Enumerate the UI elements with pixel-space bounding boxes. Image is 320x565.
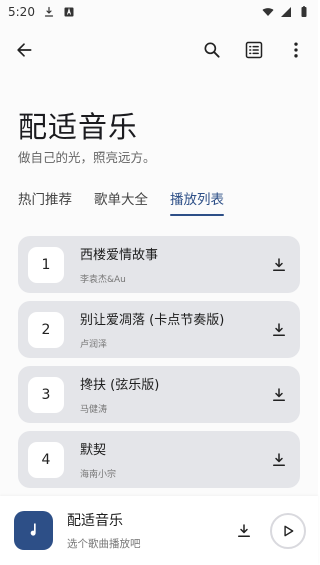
song-texts: 西楼爱情故事 李袁杰&Au bbox=[80, 244, 268, 285]
song-index: 3 bbox=[28, 376, 64, 413]
download-button[interactable] bbox=[268, 319, 290, 341]
back-button[interactable] bbox=[12, 38, 36, 62]
song-artist: 马健涛 bbox=[80, 405, 108, 415]
top-app-bar bbox=[0, 30, 318, 70]
tab-playlists[interactable]: 歌单大全 bbox=[94, 188, 148, 216]
song-artist: 李袁杰&Au bbox=[80, 275, 126, 285]
download-button[interactable] bbox=[268, 254, 290, 276]
search-icon bbox=[204, 42, 220, 58]
song-index: 2 bbox=[28, 311, 64, 348]
song-title: 搀扶 (弦乐版) bbox=[80, 378, 160, 393]
player-texts: 配适音乐 选个歌曲播放吧 bbox=[67, 510, 232, 551]
tab-hot-recommend[interactable]: 热门推荐 bbox=[18, 188, 72, 216]
appbar-actions bbox=[200, 38, 308, 62]
search-button[interactable] bbox=[200, 38, 224, 62]
download-button[interactable] bbox=[268, 384, 290, 406]
player-subtitle: 选个歌曲播放吧 bbox=[67, 538, 141, 550]
player-download-button[interactable] bbox=[232, 519, 256, 543]
download-button[interactable] bbox=[268, 449, 290, 471]
page-title: 配适音乐 bbox=[18, 110, 139, 144]
download-icon bbox=[273, 322, 285, 336]
download-icon bbox=[273, 387, 285, 401]
play-button[interactable] bbox=[270, 512, 306, 549]
app-screen: 5:20 配适音乐 做自己的光，照亮远方。 热门推荐 歌单大全 播放列表 1 西… bbox=[0, 0, 318, 565]
song-title: 别让爱凋落 (卡点节奏版) bbox=[80, 313, 225, 328]
song-title: 默契 bbox=[80, 443, 107, 458]
album-cover bbox=[14, 511, 53, 550]
player-title: 配适音乐 bbox=[67, 513, 123, 529]
wifi-icon bbox=[262, 8, 274, 16]
song-item[interactable]: 4 默契 海南小宗 bbox=[18, 431, 300, 488]
song-texts: 搀扶 (弦乐版) 马健涛 bbox=[80, 374, 268, 415]
song-list: 1 西楼爱情故事 李袁杰&Au 2 别让爱凋落 (卡点节奏版) 卢润泽 3 搀扶… bbox=[18, 236, 300, 496]
list-icon bbox=[245, 41, 263, 59]
list-button[interactable] bbox=[242, 38, 266, 62]
song-item[interactable]: 2 别让爱凋落 (卡点节奏版) 卢润泽 bbox=[18, 301, 300, 358]
play-icon bbox=[284, 525, 294, 536]
signal-icon bbox=[281, 7, 291, 17]
more-vertical-icon bbox=[294, 42, 298, 58]
mini-player[interactable]: 配适音乐 选个歌曲播放吧 bbox=[0, 496, 318, 565]
status-right bbox=[262, 6, 310, 18]
music-note-icon bbox=[30, 523, 36, 536]
song-title: 西楼爱情故事 bbox=[80, 248, 159, 263]
download-icon bbox=[273, 452, 285, 466]
song-index: 1 bbox=[28, 246, 64, 283]
status-time: 5:20 bbox=[8, 5, 35, 19]
download-icon bbox=[273, 257, 285, 271]
arrow-left-icon bbox=[17, 43, 32, 57]
status-bar: 5:20 bbox=[0, 0, 318, 24]
song-index: 4 bbox=[28, 441, 64, 478]
tab-bar: 热门推荐 歌单大全 播放列表 bbox=[18, 188, 224, 216]
more-button[interactable] bbox=[284, 38, 308, 62]
song-artist: 海南小宗 bbox=[80, 470, 117, 480]
download-icon bbox=[44, 6, 54, 17]
song-artist: 卢润泽 bbox=[80, 340, 108, 350]
battery-icon bbox=[301, 6, 307, 17]
song-texts: 别让爱凋落 (卡点节奏版) 卢润泽 bbox=[80, 309, 268, 350]
song-texts: 默契 海南小宗 bbox=[80, 439, 268, 480]
download-icon bbox=[238, 523, 250, 537]
a-box-icon bbox=[64, 7, 74, 17]
status-left: 5:20 bbox=[8, 5, 75, 19]
song-item[interactable]: 3 搀扶 (弦乐版) 马健涛 bbox=[18, 366, 300, 423]
page-subtitle: 做自己的光，照亮远方。 bbox=[18, 150, 156, 165]
tab-play-list[interactable]: 播放列表 bbox=[170, 188, 224, 216]
song-item[interactable]: 1 西楼爱情故事 李袁杰&Au bbox=[18, 236, 300, 293]
